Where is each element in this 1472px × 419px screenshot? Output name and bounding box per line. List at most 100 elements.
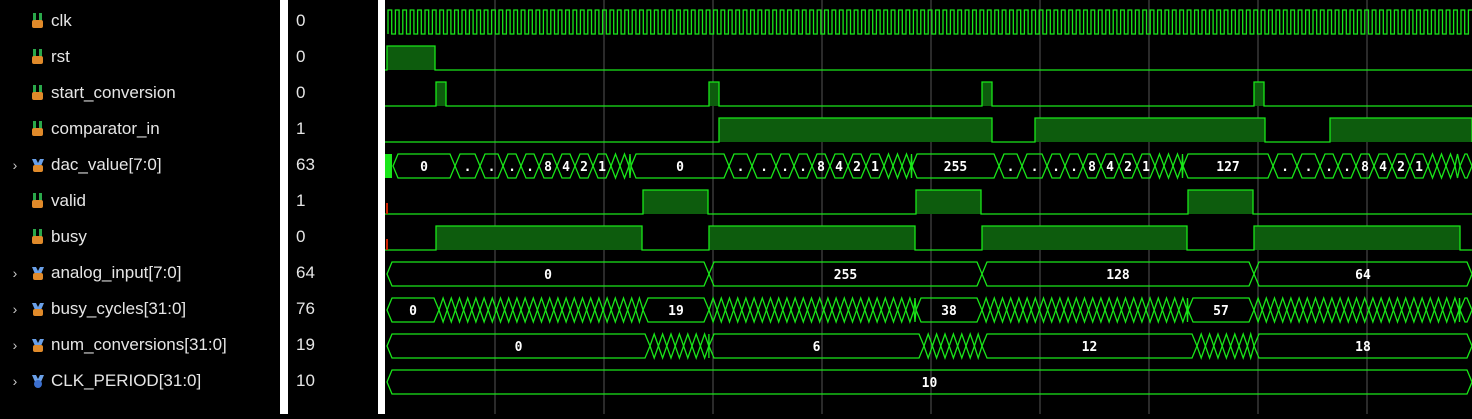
dac-label: 4 bbox=[1106, 160, 1114, 175]
dac-label: 1 bbox=[1142, 160, 1150, 175]
parameter-icon bbox=[31, 373, 45, 389]
busy-cycles-transition-segment bbox=[824, 298, 832, 322]
signal-row[interactable]: › CLK_PERIOD[31:0] bbox=[0, 363, 280, 399]
busy-cycles-transition-segment bbox=[496, 298, 504, 322]
signal-row[interactable]: busy bbox=[0, 219, 280, 255]
busy-cycles-transition-segment bbox=[848, 298, 856, 322]
signal-row[interactable]: valid bbox=[0, 183, 280, 219]
busy-cycles-transition-segment bbox=[1377, 298, 1385, 322]
busy-cycles-transition-segment bbox=[1187, 298, 1188, 322]
busy-cycles-transition-segment bbox=[439, 298, 447, 322]
panel-divider[interactable] bbox=[378, 0, 385, 414]
busy-cycles-transition-segment bbox=[783, 298, 791, 322]
dac-label: 2 bbox=[580, 160, 588, 175]
signal-value-panel: 0001631064761910 bbox=[288, 0, 378, 414]
busy-cycles-transition-segment bbox=[832, 298, 840, 322]
busy-cycles-transition-segment bbox=[1089, 298, 1097, 322]
expand-chevron-icon[interactable]: › bbox=[10, 363, 20, 399]
signal-value: 64 bbox=[296, 255, 315, 291]
dac-label: . bbox=[508, 160, 516, 175]
num-conversions-transition-segment bbox=[667, 334, 675, 358]
busy-cycles-transition-segment bbox=[1287, 298, 1295, 322]
waveform-panel[interactable]: 0....84210....8421255....8421127....8421… bbox=[385, 0, 1472, 414]
signal-row[interactable]: ›num_conversions[31:0] bbox=[0, 327, 280, 363]
dac-label: . bbox=[799, 160, 807, 175]
busy-cycles-transition-segment bbox=[1352, 298, 1360, 322]
busy-cycles-transition-segment bbox=[898, 298, 906, 322]
busy-cycles-transition-segment bbox=[990, 298, 998, 322]
comparator-in-high-fill bbox=[1035, 118, 1265, 142]
busy-cycles-transition-segment bbox=[447, 298, 455, 322]
busy-cycles-transition-segment bbox=[1451, 298, 1459, 322]
num-conversions-transition-segment bbox=[1205, 334, 1213, 358]
signal-name: clk bbox=[51, 11, 72, 31]
expand-chevron-icon[interactable]: › bbox=[10, 291, 20, 327]
signal-row[interactable]: ›busy_cycles[31:0] bbox=[0, 291, 280, 327]
bus-signal-icon bbox=[31, 265, 45, 281]
busy-cycles-transition-segment bbox=[1179, 298, 1187, 322]
num-conversions-transition-segment bbox=[1231, 334, 1239, 358]
analog-input-label: 0 bbox=[544, 268, 552, 283]
busy-cycles-transition-segment bbox=[562, 298, 570, 322]
signal-name: CLK_PERIOD[31:0] bbox=[51, 371, 201, 391]
busy-cycles-transition-segment bbox=[1039, 298, 1047, 322]
dac-label: 0 bbox=[676, 160, 684, 175]
num-conversions-transition-segment bbox=[949, 334, 957, 358]
clk-waveform bbox=[388, 10, 1472, 34]
busy-cycles-transition-segment bbox=[513, 298, 521, 322]
busy-high-fill bbox=[709, 226, 915, 250]
num-conversions-transition-segment bbox=[1214, 334, 1222, 358]
panel-divider[interactable] bbox=[280, 0, 288, 414]
busy-cycles-transition-segment bbox=[1048, 298, 1056, 322]
waveform-canvas[interactable]: 0....84210....8421255....8421127....8421… bbox=[385, 0, 1472, 414]
busy-cycles-transition-segment bbox=[734, 298, 742, 322]
dac-transition-segment bbox=[1155, 154, 1164, 178]
busy-cycles-transition-segment bbox=[717, 298, 725, 322]
busy-cycles-transition-segment bbox=[1279, 298, 1287, 322]
busy-cycles-transition-segment bbox=[628, 298, 636, 322]
busy-cycles-transition-segment bbox=[1162, 298, 1170, 322]
busy-cycles-transition-segment bbox=[1121, 298, 1129, 322]
rst-waveform bbox=[385, 46, 1472, 70]
num-conversions-transition-segment bbox=[1247, 334, 1254, 358]
dac-label: . bbox=[488, 160, 496, 175]
signal-value: 19 bbox=[296, 327, 315, 363]
start-conversion-high-fill bbox=[709, 82, 719, 106]
analog-input-label: 64 bbox=[1355, 268, 1371, 283]
busy-cycles-transition-segment bbox=[1418, 298, 1426, 322]
signal-row[interactable]: rst bbox=[0, 39, 280, 75]
dac-transition-segment bbox=[1182, 154, 1183, 178]
dac-label: . bbox=[1031, 160, 1039, 175]
signal-row[interactable]: clk bbox=[0, 3, 280, 39]
busy-cycles-transition-segment bbox=[742, 298, 750, 322]
busy-cycles-transition-segment bbox=[1393, 298, 1401, 322]
valid-high-fill bbox=[916, 190, 981, 214]
busy-cycles-transition-segment bbox=[775, 298, 783, 322]
signal-value: 0 bbox=[296, 219, 305, 255]
expand-chevron-icon[interactable]: › bbox=[10, 255, 20, 291]
busy-cycles-transition-segment bbox=[1023, 298, 1031, 322]
dac-label: . bbox=[1007, 160, 1015, 175]
busy-cycles-transition-segment bbox=[1295, 298, 1303, 322]
dac-label: 0 bbox=[420, 160, 428, 175]
busy-cycles-transition-segment bbox=[464, 298, 472, 322]
busy-cycles-transition-segment bbox=[758, 298, 766, 322]
busy-cycles-segment bbox=[1460, 298, 1472, 322]
num-conversions-transition-segment bbox=[1222, 334, 1230, 358]
signal-row[interactable]: comparator_in bbox=[0, 111, 280, 147]
valid-high-fill bbox=[1188, 190, 1253, 214]
expand-chevron-icon[interactable]: › bbox=[10, 327, 20, 363]
signal-row[interactable]: › dac_value[7:0] bbox=[0, 147, 280, 183]
num-conversions-label: 6 bbox=[813, 340, 821, 355]
signal-name: dac_value[7:0] bbox=[51, 155, 162, 175]
num-conversions-transition-segment bbox=[658, 334, 666, 358]
busy-cycles-transition-segment bbox=[799, 298, 807, 322]
expand-chevron-icon[interactable]: › bbox=[10, 147, 20, 183]
signal-row[interactable]: start_conversion bbox=[0, 75, 280, 111]
signal-row[interactable]: ›analog_input[7:0] bbox=[0, 255, 280, 291]
busy-cycles-transition-segment bbox=[906, 298, 914, 322]
busy-cycles-transition-segment bbox=[570, 298, 578, 322]
dac-label: . bbox=[464, 160, 472, 175]
busy-cycles-transition-segment bbox=[873, 298, 881, 322]
busy-cycles-transition-segment bbox=[1154, 298, 1162, 322]
